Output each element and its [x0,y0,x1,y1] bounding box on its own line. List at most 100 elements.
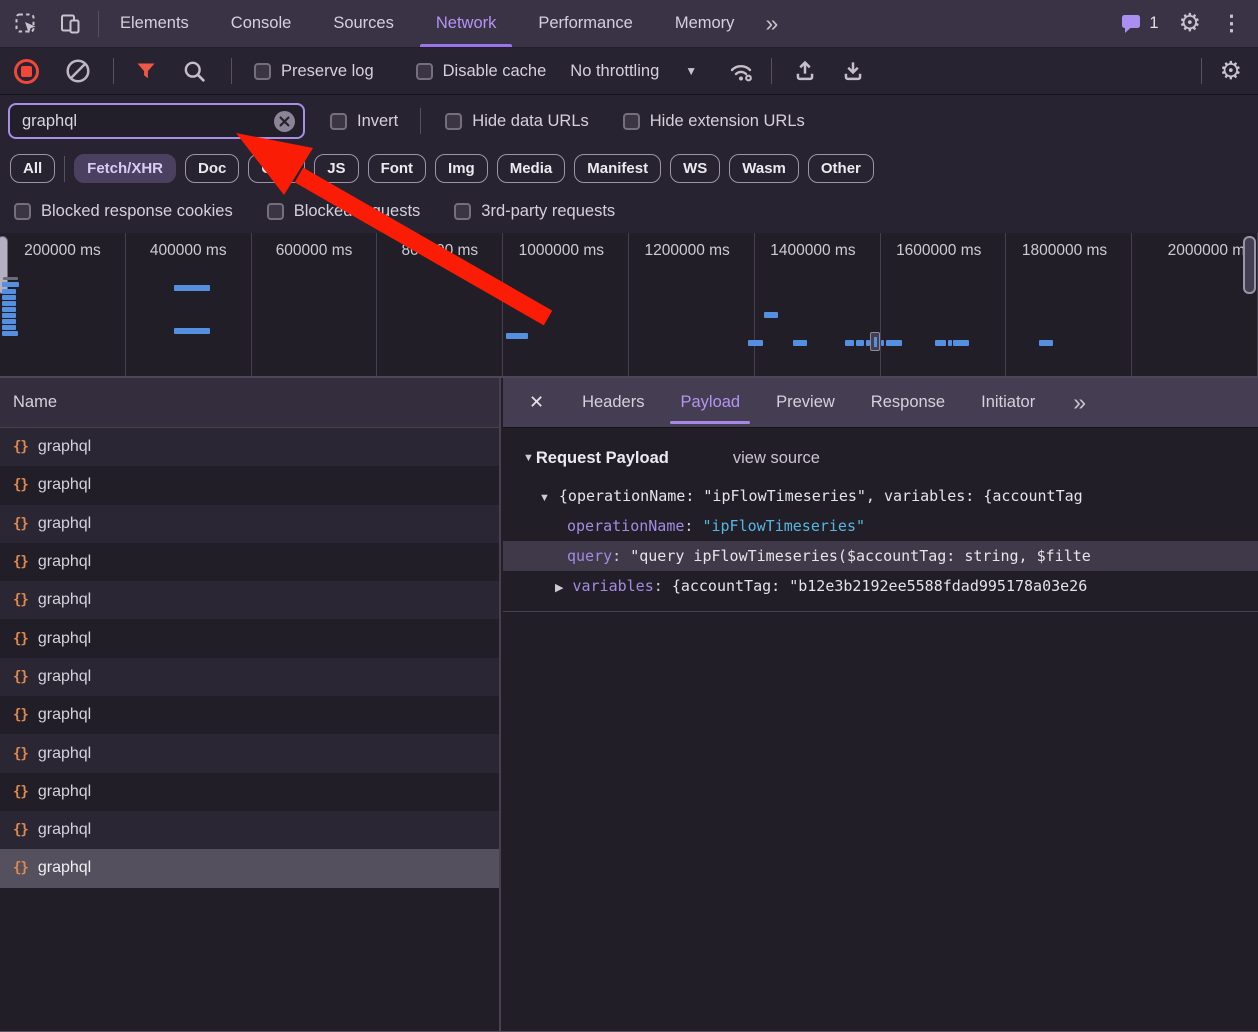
more-tabs-chevron-icon[interactable]: » [755,10,786,37]
tab-memory[interactable]: Memory [654,0,756,47]
clear-filter-icon[interactable] [274,111,295,132]
overview-right-grip[interactable] [1243,236,1256,294]
payload-row-query[interactable]: query: "query ipFlowTimeseries($accountT… [503,541,1258,571]
network-conditions-icon[interactable] [727,58,755,84]
settings-gear-icon[interactable]: ⚙ [1179,11,1201,36]
tab-performance[interactable]: Performance [517,0,653,47]
chip-media[interactable]: Media [497,154,566,183]
waterfall-bar [793,340,807,346]
3rd-party-requests-label: 3rd-party requests [481,202,615,221]
payload-row-operation-name[interactable]: operationName: "ipFlowTimeseries" [503,511,1258,541]
waterfall-bar [2,307,16,312]
import-har-icon[interactable] [792,58,818,84]
record-button[interactable] [14,59,39,84]
hide-extension-urls-checkbox[interactable] [623,113,640,130]
detail-tab-response[interactable]: Response [853,378,963,427]
expand-triangle-icon[interactable]: ▼ [539,492,550,504]
filter-funnel-icon[interactable] [134,59,158,83]
json-braces-icon: {} [13,439,28,455]
invert-checkbox[interactable] [330,113,347,130]
request-row[interactable]: {} graphql [0,428,499,466]
detail-more-tabs-chevron-icon[interactable]: » [1063,389,1094,416]
blocked-response-cookies-checkbox[interactable] [14,203,31,220]
blocked-requests-checkbox[interactable] [267,203,284,220]
payload-value: {accountTag: "b12e3b2192ee5588fdad995178… [672,577,1087,595]
request-row[interactable]: {}graphql [0,505,499,543]
disable-cache-checkbox[interactable] [416,63,433,80]
kebab-menu-icon[interactable]: ⋮ [1221,13,1242,34]
close-detail-icon[interactable]: ✕ [503,392,564,413]
request-name: graphql [38,438,91,456]
json-braces-icon: {} [13,822,28,838]
chip-ws[interactable]: WS [670,154,720,183]
request-row[interactable]: {}graphql [0,581,499,619]
filter-row: graphql Invert Hide data URLs Hide exten… [0,95,1258,147]
chip-fetch-xhr[interactable]: Fetch/XHR [74,154,176,183]
chip-js[interactable]: JS [314,154,358,183]
name-column-header[interactable]: Name [0,378,499,428]
chip-other[interactable]: Other [808,154,874,183]
timeline-columns: 200000 ms400000 ms600000 ms800000 ms1000… [0,233,1258,376]
preserve-log-checkbox[interactable] [254,63,271,80]
inspect-element-icon[interactable] [14,12,38,36]
clear-requests-icon[interactable] [65,58,91,84]
request-row[interactable]: {}graphql [0,849,499,887]
waterfall-overview[interactable]: 200000 ms400000 ms600000 ms800000 ms1000… [0,233,1258,378]
detail-tab-initiator[interactable]: Initiator [963,378,1053,427]
tab-sources[interactable]: Sources [312,0,415,47]
json-braces-icon: {} [13,631,28,647]
waterfall-bar [845,340,854,346]
detail-tabs: HeadersPayloadPreviewResponseInitiator [564,378,1053,427]
request-row[interactable]: {}graphql [0,696,499,734]
device-toolbar-icon[interactable] [58,12,82,36]
request-row[interactable]: {}graphql [0,466,499,504]
chip-manifest[interactable]: Manifest [574,154,661,183]
tab-console[interactable]: Console [210,0,313,47]
hide-extension-urls-label: Hide extension URLs [650,112,805,131]
request-row[interactable]: {}graphql [0,543,499,581]
request-row[interactable]: {}graphql [0,773,499,811]
waterfall-bar [174,328,210,334]
chip-doc[interactable]: Doc [185,154,239,183]
detail-tab-payload[interactable]: Payload [662,378,758,427]
payload-summary-text: {operationName: "ipFlowTimeseries", vari… [559,487,1083,505]
collapse-triangle-icon[interactable]: ▼ [523,452,534,464]
payload-row-variables[interactable]: ▶variables: {accountTag: "b12e3b2192ee55… [503,571,1258,601]
issues-badge[interactable]: 1 [1121,14,1158,34]
payload-key: query [567,547,612,565]
detail-tab-headers[interactable]: Headers [564,378,662,427]
request-row[interactable]: {}graphql [0,658,499,696]
search-icon[interactable] [182,59,207,84]
expand-triangle-icon[interactable]: ▶ [555,582,563,594]
export-har-icon[interactable] [840,58,866,84]
throttling-select[interactable]: No throttling ▼ [570,62,697,81]
json-braces-icon: {} [13,477,28,493]
chip-css[interactable]: CSS [248,154,305,183]
filter-input[interactable]: graphql [8,103,305,139]
toolbar-divider [1201,58,1202,84]
network-settings-gear-icon[interactable]: ⚙ [1220,59,1242,84]
request-row[interactable]: {}graphql [0,811,499,849]
chip-wasm[interactable]: Wasm [729,154,799,183]
payload-divider [503,611,1258,612]
filter-group-blocked-response-cookies: Blocked response cookies [14,202,233,221]
chip-img[interactable]: Img [435,154,488,183]
3rd-party-requests-checkbox[interactable] [454,203,471,220]
request-row[interactable]: {}graphql [0,619,499,657]
hide-data-urls-checkbox[interactable] [445,113,462,130]
request-row[interactable]: {}graphql [0,734,499,772]
throttling-value: No throttling [570,62,659,81]
disable-cache-label: Disable cache [443,62,547,81]
chip-all[interactable]: All [10,154,55,183]
view-source-link[interactable]: view source [733,449,820,468]
json-braces-icon: {} [13,554,28,570]
detail-tab-preview[interactable]: Preview [758,378,853,427]
waterfall-bar [2,301,16,306]
waterfall-bar [174,285,210,291]
tab-elements[interactable]: Elements [99,0,210,47]
chip-font[interactable]: Font [368,154,426,183]
payload-summary-row[interactable]: ▼ {operationName: "ipFlowTimeseries", var… [503,481,1258,511]
waterfall-bar [2,289,16,294]
waterfall-bar [2,325,16,330]
tab-network[interactable]: Network [415,0,518,47]
